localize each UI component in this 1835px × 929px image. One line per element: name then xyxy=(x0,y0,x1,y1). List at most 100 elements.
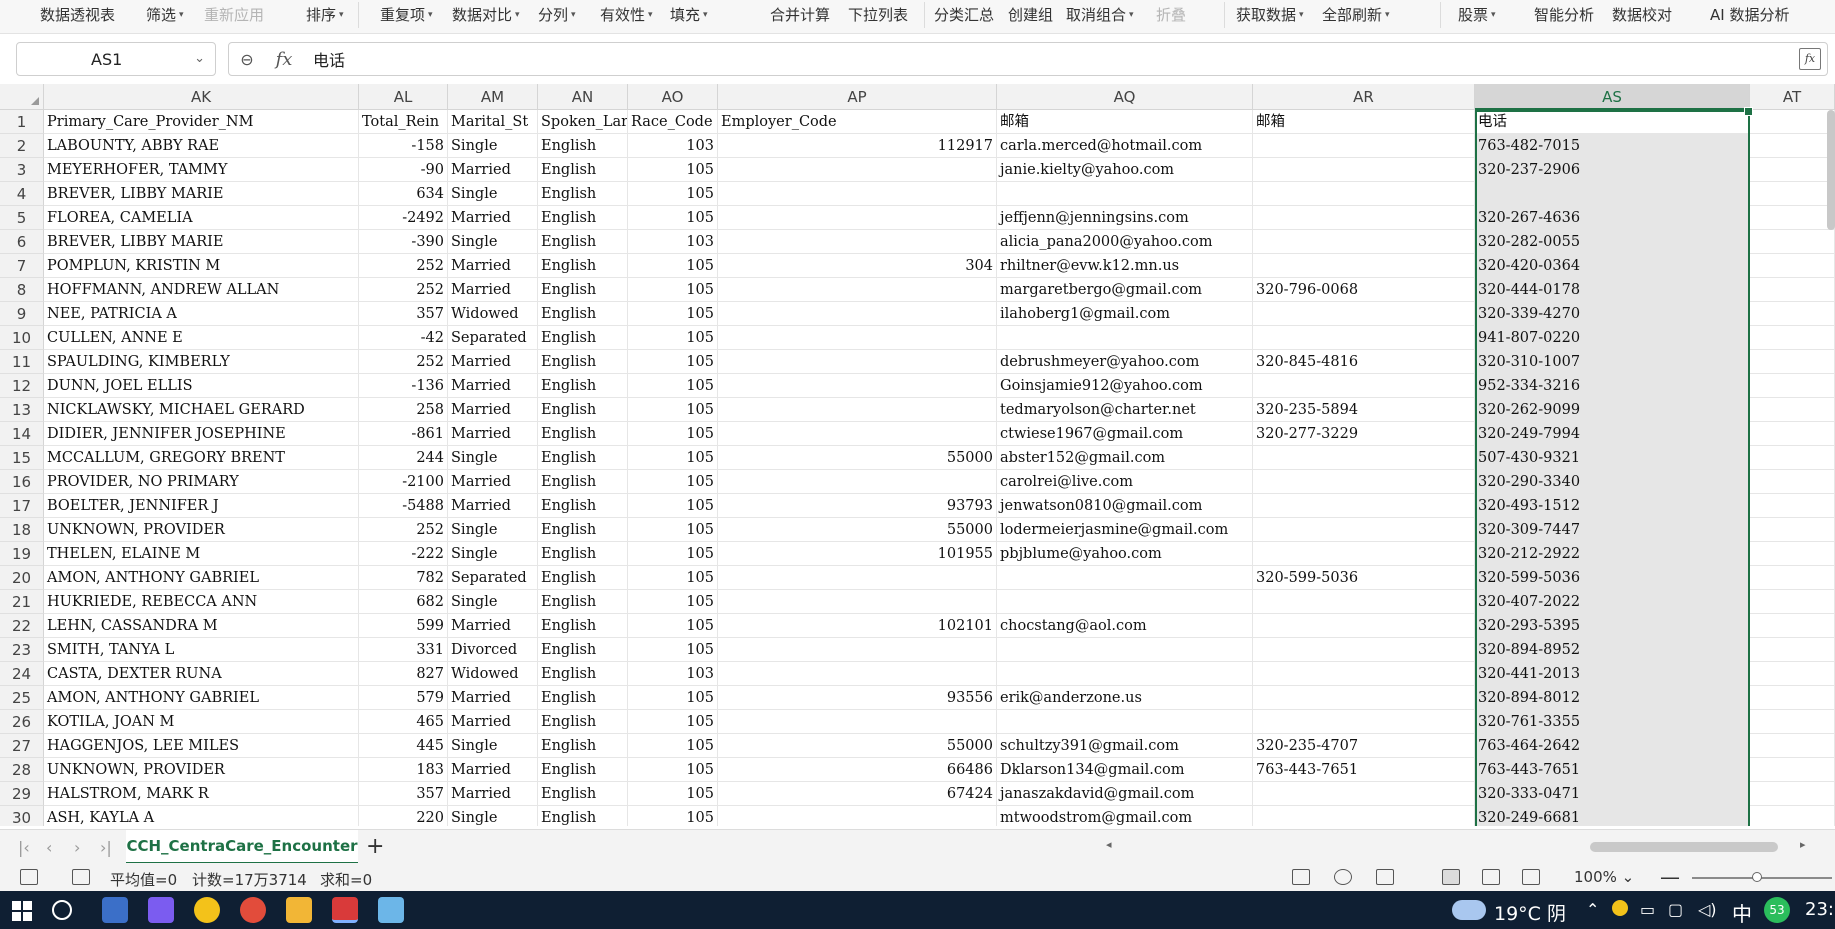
table-cell[interactable]: Divorced xyxy=(448,638,538,662)
table-cell[interactable] xyxy=(1750,806,1835,826)
table-cell[interactable] xyxy=(1750,254,1835,278)
chevron-down-icon[interactable]: ▾ xyxy=(1299,8,1304,22)
table-cell[interactable] xyxy=(1750,566,1835,590)
scroll-left-icon[interactable]: ◂ xyxy=(1106,838,1112,851)
table-cell[interactable]: KOTILA, JOAN M xyxy=(44,710,359,734)
next-sheet-icon[interactable]: › xyxy=(74,838,80,857)
table-cell[interactable]: Married xyxy=(448,686,538,710)
table-cell[interactable]: Married xyxy=(448,782,538,806)
table-cell[interactable]: 105 xyxy=(628,206,718,230)
column-header[interactable]: AT xyxy=(1750,84,1835,110)
table-cell[interactable]: -42 xyxy=(359,326,448,350)
table-cell[interactable] xyxy=(718,398,997,422)
table-cell[interactable] xyxy=(1750,182,1835,206)
table-cell[interactable]: English xyxy=(538,566,628,590)
table-cell[interactable]: 105 xyxy=(628,710,718,734)
normal-view-icon[interactable] xyxy=(1442,869,1460,885)
column-header[interactable]: AP xyxy=(718,84,997,110)
chevron-down-icon[interactable]: ▾ xyxy=(428,8,433,22)
table-cell[interactable] xyxy=(1750,662,1835,686)
table-cell[interactable] xyxy=(1750,494,1835,518)
network-icon[interactable]: ▢ xyxy=(1668,900,1683,919)
table-cell[interactable]: PROVIDER, NO PRIMARY xyxy=(44,470,359,494)
ribbon-item[interactable]: 合并计算 xyxy=(770,0,830,23)
table-cell[interactable]: 320-249-7994 xyxy=(1475,422,1750,446)
table-cell[interactable]: 320-237-2906 xyxy=(1475,158,1750,182)
table-cell[interactable]: Married xyxy=(448,710,538,734)
chevron-down-icon[interactable]: ▾ xyxy=(515,8,520,22)
table-cell[interactable]: HAGGENJOS, LEE MILES xyxy=(44,734,359,758)
column-header[interactable]: AO xyxy=(628,84,718,110)
table-cell[interactable]: 320-235-4707 xyxy=(1253,734,1475,758)
table-cell[interactable]: 763-482-7015 xyxy=(1475,134,1750,158)
table-cell[interactable]: 682 xyxy=(359,590,448,614)
table-cell[interactable]: jeffjenn@jenningsins.com xyxy=(997,206,1253,230)
table-cell[interactable]: 66486 xyxy=(718,758,997,782)
windows-start-icon[interactable] xyxy=(12,901,32,921)
table-cell[interactable] xyxy=(1750,302,1835,326)
table-cell[interactable]: Dklarson134@gmail.com xyxy=(997,758,1253,782)
table-cell[interactable]: 827 xyxy=(359,662,448,686)
row-header[interactable]: 27 xyxy=(0,734,44,758)
table-cell[interactable] xyxy=(1253,614,1475,638)
table-cell[interactable]: -136 xyxy=(359,374,448,398)
table-cell[interactable]: 103 xyxy=(628,134,718,158)
vertical-scrollbar[interactable] xyxy=(1827,110,1835,230)
table-cell[interactable]: Married xyxy=(448,758,538,782)
table-cell[interactable] xyxy=(1750,470,1835,494)
table-cell[interactable]: HALSTROM, MARK R xyxy=(44,782,359,806)
table-cell[interactable] xyxy=(718,638,997,662)
chevron-down-icon[interactable]: ▾ xyxy=(1491,8,1496,22)
table-cell[interactable]: Single xyxy=(448,518,538,542)
ribbon-item[interactable]: 填充 ▾ xyxy=(670,0,708,23)
battery-icon[interactable]: ▭ xyxy=(1640,900,1655,919)
table-cell[interactable]: Single xyxy=(448,590,538,614)
table-cell[interactable]: English xyxy=(538,638,628,662)
table-cell[interactable] xyxy=(1750,446,1835,470)
table-cell[interactable]: Goinsjamie912@yahoo.com xyxy=(997,374,1253,398)
table-cell[interactable]: 258 xyxy=(359,398,448,422)
table-cell[interactable]: BOELTER, JENNIFER J xyxy=(44,494,359,518)
table-cell[interactable] xyxy=(718,662,997,686)
ribbon-item[interactable]: 数据对比 ▾ xyxy=(452,0,520,23)
notification-badge[interactable]: 53 xyxy=(1764,897,1790,923)
table-cell[interactable]: NEE, PATRICIA A xyxy=(44,302,359,326)
insert-function-icon[interactable]: fx xyxy=(265,49,303,70)
table-cell[interactable]: HOFFMANN, ANDREW ALLAN xyxy=(44,278,359,302)
taskbar-clock[interactable]: 23:0 xyxy=(1805,899,1835,920)
header-cell[interactable]: Marital_St xyxy=(448,110,538,134)
table-cell[interactable] xyxy=(718,278,997,302)
table-cell[interactable]: Single xyxy=(448,182,538,206)
table-cell[interactable]: Married xyxy=(448,206,538,230)
table-cell[interactable]: Single xyxy=(448,542,538,566)
chrome-icon[interactable] xyxy=(240,897,266,923)
table-cell[interactable]: LABOUNTY, ABBY RAE xyxy=(44,134,359,158)
input-method-indicator[interactable]: 中 xyxy=(1732,898,1752,927)
table-cell[interactable] xyxy=(1253,158,1475,182)
row-header[interactable]: 7 xyxy=(0,254,44,278)
table-cell[interactable]: 55000 xyxy=(718,734,997,758)
table-cell[interactable]: 320-796-0068 xyxy=(1253,278,1475,302)
header-cell[interactable]: 邮箱 xyxy=(1253,110,1475,134)
ribbon-item[interactable]: 智能分析 xyxy=(1534,0,1594,23)
table-cell[interactable]: 105 xyxy=(628,542,718,566)
table-cell[interactable]: 55000 xyxy=(718,518,997,542)
table-cell[interactable]: 252 xyxy=(359,350,448,374)
table-cell[interactable] xyxy=(1253,446,1475,470)
table-cell[interactable]: FLOREA, CAMELIA xyxy=(44,206,359,230)
table-cell[interactable]: 507-430-9321 xyxy=(1475,446,1750,470)
function-wizard-icon[interactable]: fx xyxy=(1799,48,1821,70)
table-cell[interactable]: 763-464-2642 xyxy=(1475,734,1750,758)
table-cell[interactable]: Single xyxy=(448,734,538,758)
table-cell[interactable]: Separated xyxy=(448,566,538,590)
table-cell[interactable] xyxy=(1750,398,1835,422)
wps-office-icon[interactable] xyxy=(332,897,358,923)
table-cell[interactable]: AMON, ANTHONY GABRIEL xyxy=(44,686,359,710)
table-cell[interactable]: Married xyxy=(448,350,538,374)
table-cell[interactable] xyxy=(1750,590,1835,614)
table-cell[interactable]: Married xyxy=(448,374,538,398)
table-cell[interactable]: Single xyxy=(448,446,538,470)
table-cell[interactable] xyxy=(718,230,997,254)
add-sheet-button[interactable]: + xyxy=(366,834,384,859)
table-cell[interactable] xyxy=(997,566,1253,590)
